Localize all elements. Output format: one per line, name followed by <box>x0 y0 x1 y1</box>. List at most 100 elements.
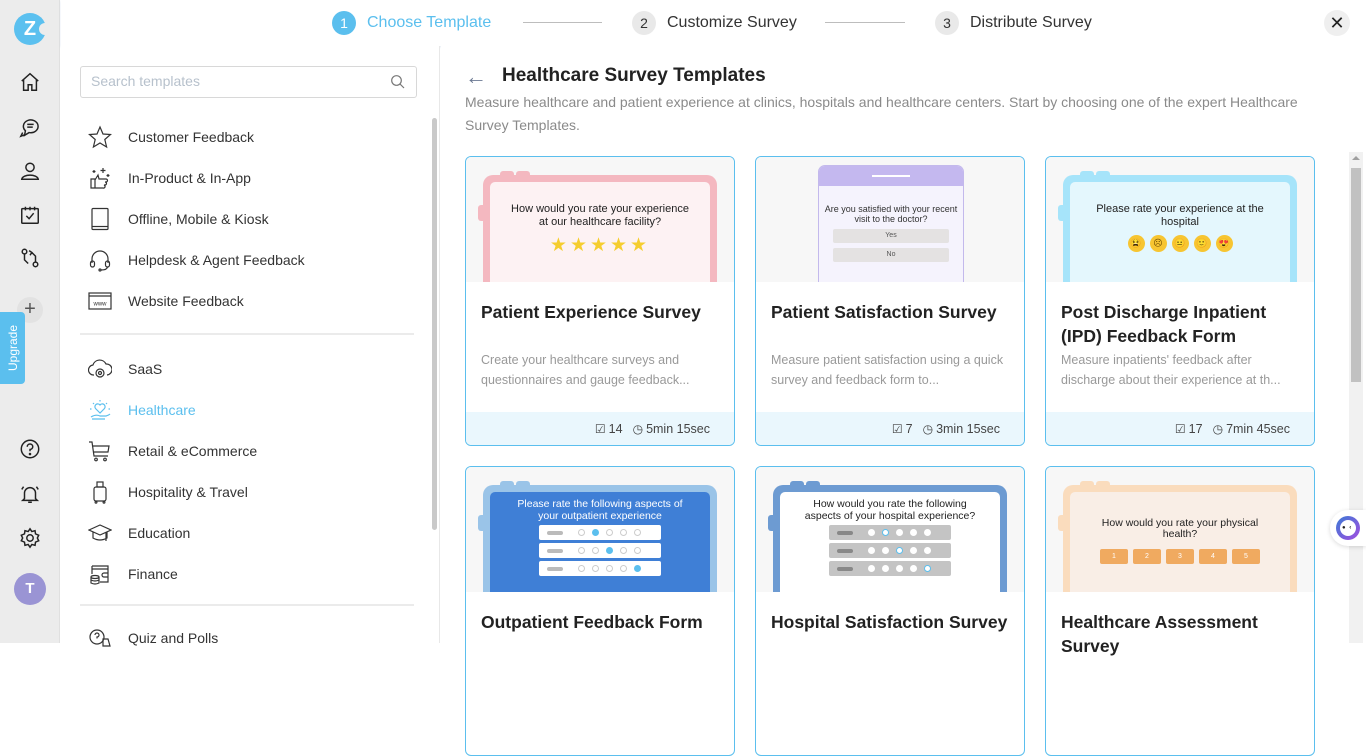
template-title: Outpatient Feedback Form <box>481 612 703 632</box>
close-button[interactable]: ✕ <box>1324 10 1350 36</box>
app-rail: Z + Upgrade T <box>0 0 60 643</box>
template-meta: ☑ 14 ◷ 5min 15sec <box>466 412 734 445</box>
question-count-icon: ☑ <box>891 422 903 436</box>
category-label: In-Product & In-App <box>128 169 251 186</box>
heart-hand-icon <box>86 396 114 424</box>
tablet-mockup: Please rate the following aspects of you… <box>478 481 717 592</box>
step-distribute-survey[interactable]: 3 Distribute Survey <box>935 11 1092 35</box>
graduation-cap-icon <box>86 519 114 547</box>
template-preview: How would you rate the following aspects… <box>756 467 1024 592</box>
question-count-icon: ☑ <box>594 422 606 436</box>
search-icon[interactable] <box>390 74 406 90</box>
category-label: Hospitality & Travel <box>128 483 248 500</box>
template-preview: How would you rate your experience at ou… <box>466 157 734 282</box>
template-title: Hospital Satisfaction Survey <box>771 612 1008 632</box>
template-card[interactable]: How would you rate your physical health?… <box>1045 466 1315 756</box>
svg-text:www: www <box>93 301 108 307</box>
category-offline-mobile-kiosk[interactable]: Offline, Mobile & Kiosk <box>86 198 416 239</box>
preview-option: No <box>833 248 949 262</box>
category-quiz-polls[interactable]: Quiz and Polls <box>86 617 416 658</box>
gear-icon[interactable] <box>18 526 42 550</box>
template-title: Healthcare Assessment Survey <box>1061 612 1258 656</box>
quiz-icon <box>86 624 114 652</box>
template-card[interactable]: How would you rate your experience at ou… <box>465 156 735 446</box>
stepper-bar: 1 Choose Template 2 Customize Survey 3 D… <box>61 0 1366 46</box>
category-hospitality-travel[interactable]: Hospitality & Travel <box>86 471 416 512</box>
category-education[interactable]: Education <box>86 512 416 553</box>
scale-option: 2 <box>1133 549 1161 564</box>
step-number: 1 <box>332 11 356 35</box>
upgrade-label: Upgrade <box>5 324 20 372</box>
app-logo[interactable]: Z <box>14 13 49 45</box>
preview-question: Please rate your experience at the hospi… <box>1096 203 1264 228</box>
step-customize-survey[interactable]: 2 Customize Survey <box>632 11 797 35</box>
home-icon[interactable] <box>18 70 42 94</box>
template-card[interactable]: How would you rate the following aspects… <box>755 466 1025 756</box>
category-saas[interactable]: SaaS <box>86 348 416 389</box>
tablet-mockup: Please rate your experience at the hospi… <box>1058 171 1297 282</box>
chat-icon[interactable] <box>18 116 42 140</box>
help-icon[interactable] <box>18 437 42 461</box>
emoji-crying-icon: 😫 <box>1127 235 1145 252</box>
preview-question: How would you rate the following aspects… <box>804 498 976 522</box>
preview-question: Are you satisfied with your recent visit… <box>824 204 958 224</box>
category-healthcare[interactable]: Healthcare <box>86 389 416 430</box>
tablet-mockup: How would you rate your physical health?… <box>1058 481 1297 592</box>
tablet-mockup: How would you rate the following aspects… <box>768 481 1007 592</box>
back-arrow-icon[interactable]: ← <box>465 64 487 90</box>
scale-option: 3 <box>1166 549 1194 564</box>
template-card[interactable]: Are you satisfied with your recent visit… <box>755 156 1025 446</box>
user-avatar[interactable]: T <box>14 573 46 605</box>
duration: 3min 15sec <box>936 422 1000 436</box>
page-title: Healthcare Survey Templates <box>502 65 766 86</box>
wallet-coins-icon <box>86 560 114 588</box>
category-label: SaaS <box>128 360 163 377</box>
chat-assistant-button[interactable]: ● ‹ <box>1330 510 1366 546</box>
bell-icon[interactable] <box>18 482 42 506</box>
category-helpdesk-agent[interactable]: Helpdesk & Agent Feedback <box>86 239 416 280</box>
step-label: Customize Survey <box>667 14 797 31</box>
step-number: 3 <box>935 11 959 35</box>
category-label: Quiz and Polls <box>128 629 219 646</box>
template-card[interactable]: Please rate the following aspects of you… <box>465 466 735 756</box>
search-input[interactable] <box>91 73 381 89</box>
workflow-icon[interactable] <box>18 246 42 270</box>
template-card[interactable]: Please rate your experience at the hospi… <box>1045 156 1315 446</box>
www-browser-icon: www <box>86 287 114 315</box>
template-title: Patient Satisfaction Survey <box>771 302 997 322</box>
scale-option: 1 <box>1100 549 1128 564</box>
emoji-sad-icon: ☹ <box>1149 235 1167 252</box>
calendar-check-icon[interactable] <box>18 203 42 227</box>
template-meta: ☑ 17 ◷ 7min 45sec <box>1046 412 1314 445</box>
category-label: Education <box>128 524 191 541</box>
luggage-icon <box>86 478 114 506</box>
page-description: Measure healthcare and patient experienc… <box>465 94 1298 133</box>
template-preview: How would you rate your physical health?… <box>1046 467 1314 592</box>
main-scrollbar[interactable] <box>1349 152 1363 643</box>
scrollbar-thumb[interactable] <box>1351 168 1361 382</box>
upgrade-button[interactable]: Upgrade <box>0 312 25 384</box>
user-icon[interactable] <box>18 159 42 183</box>
template-categories-panel: Customer Feedback In-Product & In-App Of… <box>61 46 440 647</box>
preview-question: How would you rate your experience at ou… <box>511 203 689 228</box>
cloud-gear-icon <box>86 355 114 383</box>
category-customer-feedback[interactable]: Customer Feedback <box>86 116 416 157</box>
category-website-feedback[interactable]: www Website Feedback <box>86 280 416 321</box>
scroll-up-arrow-icon[interactable] <box>1352 156 1360 160</box>
step-choose-template[interactable]: 1 Choose Template <box>332 11 491 35</box>
category-retail-ecommerce[interactable]: Retail & eCommerce <box>86 430 416 471</box>
tablet-icon <box>86 205 114 233</box>
category-group-other: Quiz and Polls <box>86 617 416 658</box>
step-connector <box>825 22 905 23</box>
bot-eyes: ● ‹ <box>1342 525 1353 531</box>
category-finance[interactable]: Finance <box>86 553 416 594</box>
category-group-industry: SaaS Healthcare Retail & eCommerce Hospi… <box>86 348 416 594</box>
category-label: Finance <box>128 565 178 582</box>
template-meta: ☑ 7 ◷ 3min 15sec <box>756 412 1024 445</box>
tablet-mockup: How would you rate your experience at ou… <box>478 171 717 282</box>
category-scrollbar[interactable] <box>432 118 437 530</box>
template-preview: Please rate the following aspects of you… <box>466 467 734 592</box>
category-in-product[interactable]: In-Product & In-App <box>86 157 416 198</box>
question-count: 14 <box>608 422 623 436</box>
category-label: Customer Feedback <box>128 128 255 145</box>
